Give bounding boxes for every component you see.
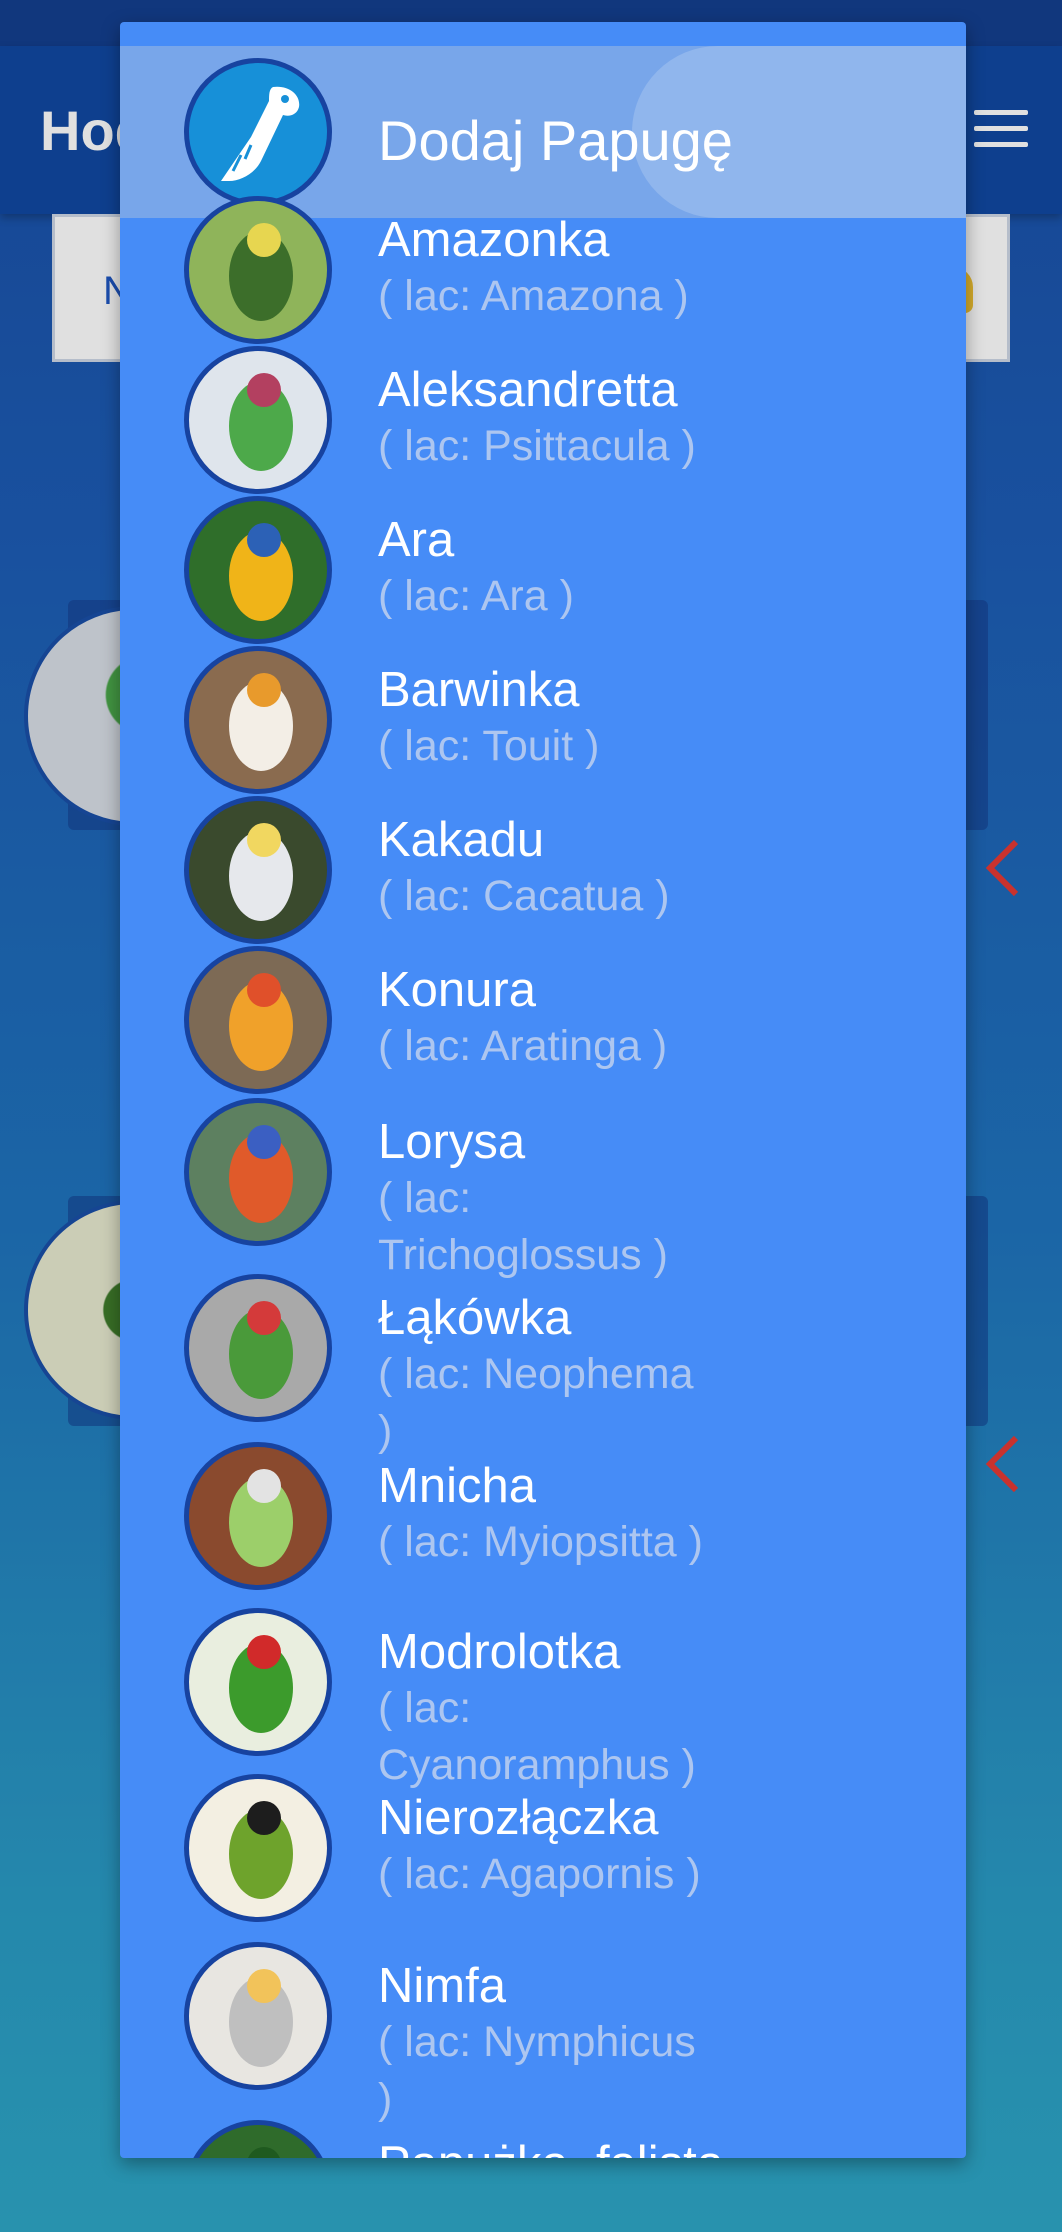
parrot-latin-name: ( lac: Trichoglossus ) (378, 1174, 668, 1279)
parrot-name: Konura (378, 963, 537, 1017)
parrot-latin-name: ( lac: Touit ) (378, 722, 600, 770)
parrot-name: Nimfa (378, 1959, 506, 2013)
parrot-thumbnail (184, 1274, 332, 1422)
parrot-thumbnail (184, 1608, 332, 1756)
parrot-name: Łąkówka (378, 1291, 572, 1345)
parrot-name: Mnicha (378, 1459, 536, 1513)
parrot-latin-name: ( lac: Cyanoramphus ) (378, 1684, 696, 1789)
parrot-list-item[interactable]: Nierozłączka ( lac: Agapornis ) (378, 1790, 938, 1903)
parrot-list-item[interactable]: Modrolotka( lac: Cyanoramphus ) (378, 1624, 718, 1794)
parrot-thumbnail (184, 1442, 332, 1590)
parrot-list-item[interactable]: Nimfa( lac: Nymphicus ) (378, 1958, 718, 2128)
parrot-latin-name: ( lac: Agapornis ) (378, 1850, 701, 1898)
parrot-list-item[interactable]: Papużka_falista (378, 2136, 938, 2158)
parrot-name: Lorysa (378, 1115, 526, 1169)
parrot-thumbnail (184, 1098, 332, 1246)
parrot-thumbnail (184, 346, 332, 494)
parrot-latin-name: ( lac: Amazona ) (378, 272, 689, 320)
parrot-thumbnail (184, 1942, 332, 2090)
parrot-list-item[interactable]: Amazonka ( lac: Amazona ) (378, 212, 938, 325)
parrot-list-item[interactable]: Lorysa( lac: Trichoglossus ) (378, 1114, 718, 1284)
parrot-latin-name: ( lac: Aratinga ) (378, 1022, 668, 1070)
parrot-name: Nierozłączka (378, 1791, 659, 1845)
parrot-latin-name: ( lac: Myiopsitta ) (378, 1518, 703, 1566)
parrot-name: Modrolotka (378, 1625, 621, 1679)
parrot-name: Kakadu (378, 813, 545, 867)
parrot-list-item[interactable]: Mnicha ( lac: Myiopsitta ) (378, 1458, 938, 1571)
parrot-logo-icon (184, 58, 332, 206)
add-parrot-label: Dodaj Papugę (378, 109, 733, 172)
parrot-list-item[interactable]: Ara ( lac: Ara ) (378, 512, 938, 625)
parrot-thumbnail (184, 1774, 332, 1922)
parrot-latin-name: ( lac: Neophema ) (378, 1350, 694, 1455)
parrot-name: Papużka_falista (378, 2136, 938, 2158)
parrot-name: Barwinka (378, 663, 580, 717)
parrot-list-item[interactable]: Kakadu ( lac: Cacatua ) (378, 812, 938, 925)
parrot-list-item[interactable]: Barwinka ( lac: Touit ) (378, 662, 938, 775)
parrot-thumbnail (184, 946, 332, 1094)
parrot-name: Aleksandretta (378, 363, 678, 417)
add-parrot-item[interactable]: Dodaj Papugę (120, 46, 966, 218)
parrot-latin-name: ( lac: Ara ) (378, 572, 574, 620)
parrot-latin-name: ( lac: Cacatua ) (378, 872, 670, 920)
parrot-menu: Dodaj Papugę Amazonka ( lac: Amazona ) Ale… (120, 22, 966, 2158)
parrot-name: Amazonka (378, 213, 610, 267)
parrot-thumbnail (184, 646, 332, 794)
parrot-latin-name: ( lac: Nymphicus ) (378, 2018, 696, 2123)
parrot-list-item[interactable]: Konura ( lac: Aratinga ) (378, 962, 938, 1075)
parrot-thumbnail (184, 496, 332, 644)
parrot-name: Ara (378, 513, 455, 567)
parrot-latin-name: ( lac: Psittacula ) (378, 422, 696, 470)
parrot-thumbnail (184, 196, 332, 344)
parrot-list-item[interactable]: Aleksandretta ( lac: Psittacula ) (378, 362, 938, 475)
parrot-list-item[interactable]: Łąkówka( lac: Neophema ) (378, 1290, 718, 1460)
parrot-thumbnail (184, 796, 332, 944)
parrot-thumbnail (184, 2120, 332, 2158)
